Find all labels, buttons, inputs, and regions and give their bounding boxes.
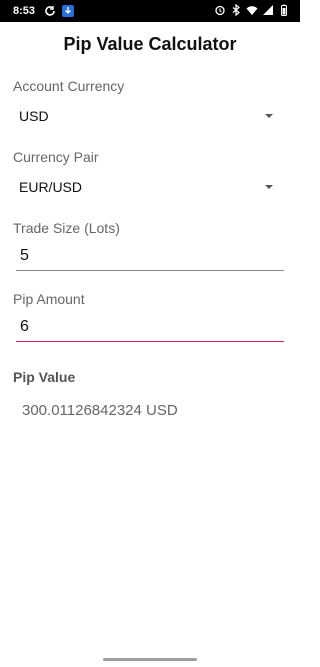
status-time: 8:53 xyxy=(13,5,36,17)
currency-pair-select[interactable]: EUR/USD xyxy=(13,173,285,201)
account-currency-select[interactable]: USD xyxy=(13,102,285,130)
signal-icon xyxy=(263,5,273,15)
alarm-icon xyxy=(215,5,225,16)
dropdown-arrow-icon xyxy=(265,185,273,189)
gesture-nav-handle[interactable] xyxy=(103,658,197,661)
pip-value-label: Pip Value xyxy=(13,369,76,385)
pip-value-result: 300.01126842324 USD xyxy=(22,402,178,419)
account-currency-value: USD xyxy=(19,108,49,124)
status-bar: 8:53 xyxy=(0,0,300,22)
pip-amount-label: Pip Amount xyxy=(13,291,85,307)
wifi-icon xyxy=(246,6,258,15)
dropdown-arrow-icon xyxy=(265,114,273,118)
sync-icon xyxy=(45,6,55,16)
pip-amount-input[interactable] xyxy=(16,312,284,342)
battery-icon xyxy=(281,4,287,16)
currency-pair-label: Currency Pair xyxy=(13,149,99,165)
download-icon xyxy=(62,5,74,17)
trade-size-label: Trade Size (Lots) xyxy=(13,220,120,236)
trade-size-input[interactable] xyxy=(16,241,284,271)
currency-pair-value: EUR/USD xyxy=(19,179,83,195)
bluetooth-icon xyxy=(232,4,240,16)
account-currency-label: Account Currency xyxy=(13,78,125,94)
page-title: Pip Value Calculator xyxy=(63,34,237,54)
